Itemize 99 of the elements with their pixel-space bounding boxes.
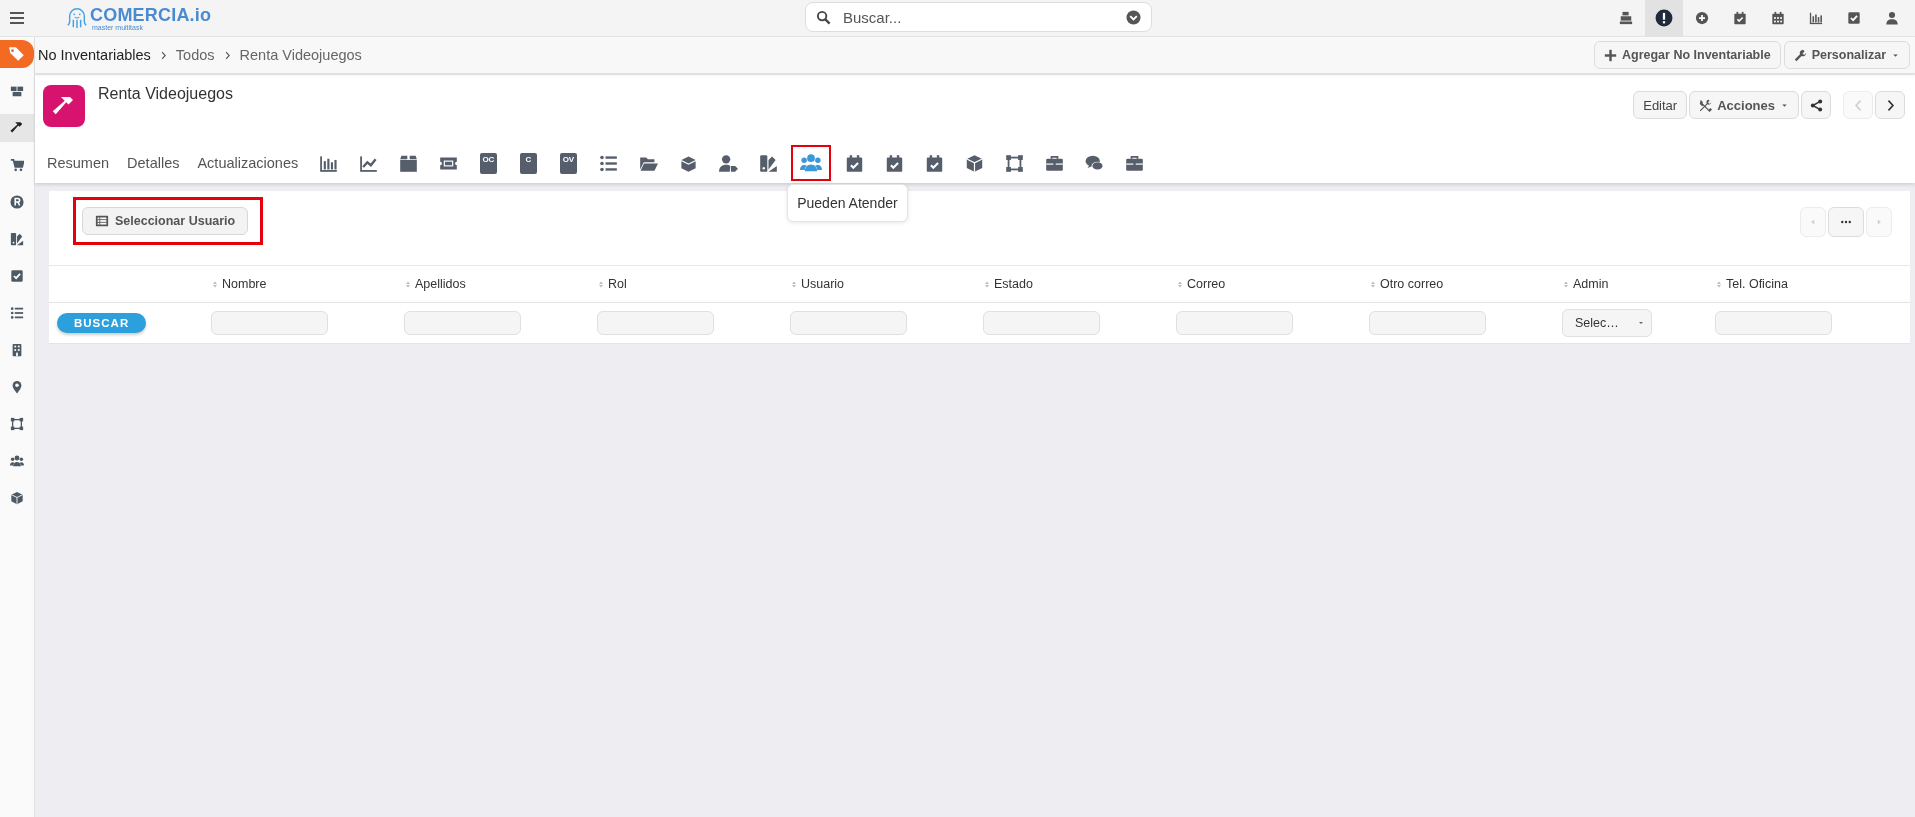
- tab[interactable]: Resumen: [43, 149, 114, 177]
- checkbox-icon: [10, 269, 24, 283]
- wrench-icon: [1793, 48, 1807, 62]
- sort-icon: [597, 279, 605, 289]
- column-header[interactable]: Tel. Oficina: [1726, 277, 1788, 291]
- calendar-check-icon: [844, 153, 864, 173]
- filter-field[interactable]: [1715, 311, 1832, 335]
- column-header[interactable]: Usuario: [801, 277, 845, 291]
- briefcase-icon: [1124, 153, 1144, 173]
- column-header[interactable]: Admin: [1573, 277, 1609, 291]
- bar-chart-icon: [318, 153, 338, 173]
- calendar-check-icon: [1733, 11, 1747, 25]
- sort-icon: [1715, 279, 1723, 289]
- plus-icon: [1604, 48, 1617, 62]
- toolbar-button[interactable]: [1645, 0, 1683, 36]
- building-icon: [10, 343, 24, 357]
- tab[interactable]: Detalles: [123, 149, 184, 177]
- tooltip: Pueden Atender: [787, 184, 908, 222]
- caret-icon: [1637, 319, 1645, 327]
- column-header[interactable]: Estado: [994, 277, 1033, 291]
- logo-wordmark: COMERCIA.io: [90, 5, 212, 24]
- filter-field[interactable]: [790, 311, 907, 335]
- sort-icon: [790, 279, 798, 289]
- sidebar-item[interactable]: [0, 114, 34, 142]
- record-title: Renta Videojuegos: [98, 85, 233, 103]
- column-header[interactable]: Apellidos: [415, 277, 466, 291]
- cart-icon: [10, 158, 24, 172]
- tags-icon: [8, 45, 26, 63]
- vector-square-icon: [10, 417, 24, 431]
- tools-icon: [1699, 98, 1713, 112]
- chat-bubbles-icon: [1084, 153, 1104, 173]
- module-button[interactable]: [0, 40, 34, 68]
- boxes-icon: [10, 84, 24, 98]
- user-icon: [1885, 11, 1899, 25]
- plus-circle-icon: [1695, 11, 1709, 25]
- sort-icon: [404, 279, 412, 289]
- edit-button[interactable]: Editar: [1633, 91, 1688, 119]
- customize-button[interactable]: Personalizar: [1783, 41, 1910, 69]
- filter-dropdown[interactable]: Selec…: [1562, 309, 1652, 337]
- breadcrumb-link[interactable]: Todos: [175, 47, 215, 63]
- filter-field[interactable]: [1369, 311, 1486, 335]
- box-icon: [398, 153, 418, 173]
- share-button[interactable]: [1801, 91, 1831, 119]
- map-marker-icon: [10, 380, 24, 394]
- sort-icon: [983, 279, 991, 289]
- r-circle-icon: [10, 195, 24, 209]
- document-tab[interactable]: OV: [552, 149, 585, 177]
- users-icon: [10, 454, 24, 468]
- filter-field[interactable]: [211, 311, 328, 335]
- user-tag-icon: [718, 153, 738, 173]
- dropdown-chevron-icon: [1126, 9, 1141, 25]
- sort-icon: [211, 279, 219, 289]
- users-icon: [800, 152, 823, 174]
- filter-field[interactable]: [983, 311, 1100, 335]
- share-icon: [1809, 98, 1823, 112]
- record-icon: [43, 85, 85, 127]
- search-input[interactable]: Buscar...: [841, 7, 1116, 27]
- actions-button[interactable]: Acciones: [1689, 91, 1799, 119]
- column-header[interactable]: Correo: [1187, 277, 1226, 291]
- calendar-check-icon: [884, 153, 904, 173]
- breadcrumb-link[interactable]: Renta Videojuegos: [239, 47, 362, 63]
- tab[interactable]: Actualizaciones: [193, 149, 303, 177]
- vector-square-icon: [1004, 153, 1024, 173]
- cash-register-icon: [1619, 11, 1633, 25]
- add-button[interactable]: Agregar No Inventariable: [1594, 41, 1781, 69]
- document-tab[interactable]: C: [512, 149, 545, 177]
- line-chart-icon: [358, 153, 378, 173]
- swatch-icon: [758, 153, 778, 173]
- bar-chart-icon: [1809, 11, 1823, 25]
- table-list-icon: [95, 214, 109, 228]
- document-tab[interactable]: OC: [472, 149, 505, 177]
- search-field[interactable]: Buscar...: [805, 2, 1152, 32]
- list-icon: [598, 153, 618, 173]
- filter-field[interactable]: [404, 311, 521, 335]
- swatch-icon: [10, 232, 24, 246]
- column-header[interactable]: Otro correo: [1380, 277, 1444, 291]
- breadcrumb-link[interactable]: No Inventariables: [38, 47, 151, 63]
- briefcase-icon: [1044, 153, 1064, 173]
- alert-icon: [1655, 9, 1673, 27]
- cube-icon: [964, 153, 984, 173]
- next-button[interactable]: [1875, 91, 1905, 119]
- checkbox-icon: [1847, 11, 1861, 25]
- filter-field[interactable]: [1176, 311, 1293, 335]
- cube-icon: [10, 491, 24, 505]
- select-user-button[interactable]: Seleccionar Usuario: [82, 207, 249, 235]
- search-icon: [816, 9, 831, 25]
- menu-icon: [9, 10, 25, 26]
- sort-icon: [1176, 279, 1184, 289]
- box-icon: [678, 153, 698, 173]
- column-header[interactable]: Rol: [608, 277, 627, 291]
- sort-icon: [1369, 279, 1377, 289]
- list-icon: [10, 306, 24, 320]
- tab[interactable]: [792, 146, 831, 180]
- column-header[interactable]: Nombre: [222, 277, 267, 291]
- calendar-check-icon: [924, 153, 944, 173]
- hammer-icon: [10, 121, 24, 135]
- calendar-icon: [1771, 11, 1785, 25]
- filter-field[interactable]: [597, 311, 714, 335]
- sort-icon: [1562, 279, 1570, 289]
